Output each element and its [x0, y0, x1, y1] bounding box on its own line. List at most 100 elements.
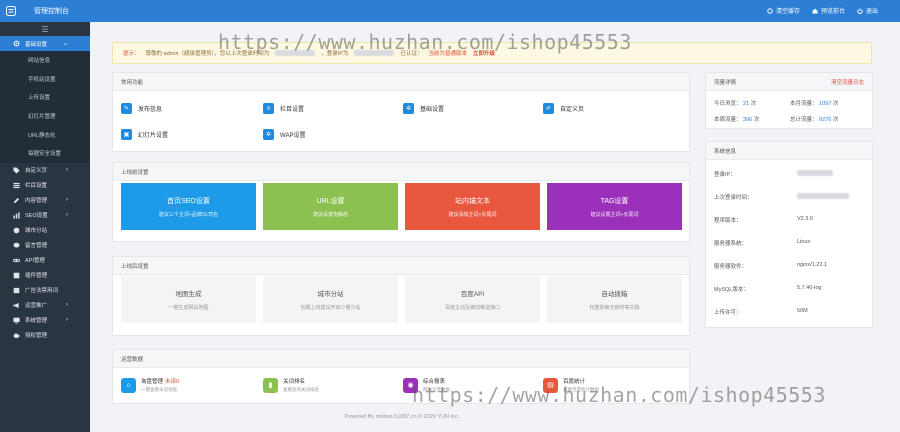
chevron-down-icon: ⌄: [62, 41, 68, 47]
ops-report[interactable]: ◉ 综合报表 网站运营数据: [403, 377, 450, 393]
redacted-ip: [354, 50, 395, 56]
sys-row-last-login: 上次登录时间：: [714, 193, 864, 201]
notice-text: 尊敬的 admin（超级管理员），您以上次登录时间为: [145, 51, 270, 57]
chevron-right-icon: ›: [66, 302, 68, 309]
logo[interactable]: [0, 0, 22, 22]
notice-bar: 提示： 尊敬的 admin（超级管理员），您以上次登录时间为 ，登录IP为 已认…: [112, 42, 872, 64]
panel-header: 常用功能: [113, 73, 689, 91]
func-slides[interactable]: ▣ 幻灯片设置: [121, 129, 168, 140]
sidebar-item-custom-pages[interactable]: 自定义页 ›: [0, 163, 90, 178]
report-icon: ◉: [403, 377, 418, 393]
panel-header: 流量详情 清空流量日志: [706, 73, 872, 91]
sidebar-item-system[interactable]: 系统管理 ›: [0, 313, 90, 328]
system-info-panel: 系统信息 登录IP： 上次登录时间： 程序版本： V2.3.0 服务器系统： Lin…: [705, 141, 873, 328]
sidebar-subitem-data-security[interactable]: 每据安全设置: [0, 144, 90, 163]
tag-icon: [13, 167, 20, 174]
link-icon: [13, 258, 20, 262]
stat-today: 今日浏览： 21 次: [714, 101, 757, 107]
sidebar-item-promotion[interactable]: 运营推广 ›: [0, 298, 90, 313]
sidebar-subitem-mobile-settings[interactable]: 手机站设置: [0, 70, 90, 89]
sidebar-item-seo[interactable]: SEO设置 ›: [0, 208, 90, 223]
gear-icon: ✲: [263, 129, 274, 140]
stat-month: 本月流量： 1097 次: [790, 101, 839, 107]
sidebar-subitem-upload-settings[interactable]: 上传设置: [0, 88, 90, 107]
url-settings-card[interactable]: URL设置 建议设置伪静态: [263, 183, 398, 230]
stat-week: 本周流量： 306 次: [714, 117, 760, 123]
sidebar-item-messages[interactable]: 留言管理: [0, 238, 90, 253]
func-basic-settings[interactable]: ✲ 基础设置: [403, 103, 444, 114]
func-publish[interactable]: ✎ 发布信息: [121, 103, 162, 114]
sidebar-item-city-sites[interactable]: 城市分站: [0, 223, 90, 238]
redacted-time: [797, 193, 849, 199]
chevron-right-icon: ›: [66, 212, 68, 219]
power-icon: [857, 7, 863, 14]
ops-ranking[interactable]: ▮ 关词排名 查看您的关词排名: [263, 377, 319, 393]
stat-total: 总计流量： 9276 次: [790, 117, 839, 123]
panel-header: 上线前设置: [113, 163, 689, 181]
sidebar-subitem-site-info[interactable]: 网站信息: [0, 51, 90, 70]
sys-row-server: 服务器软件： nginx/1.22.1: [714, 262, 827, 270]
bar-chart-icon: ▮: [263, 377, 278, 393]
edit-icon: ✎: [121, 103, 132, 114]
edit-icon: [13, 197, 20, 203]
list-icon: ≡: [263, 103, 274, 114]
pen-icon: ✐: [543, 103, 554, 114]
anchor-text-card[interactable]: 站内锚文本 建议添加主词+长尾词: [405, 183, 540, 230]
gear-icon: [767, 7, 773, 14]
ops-baidu-stats[interactable]: ▤ 百度统计 查看百度统计数据: [543, 377, 599, 393]
traffic-panel: 流量详情 清空流量日志 今日浏览： 21 次 本月流量： 1097 次 本周流量…: [705, 72, 873, 129]
panel-header: 上线后设置: [113, 257, 689, 275]
chevron-right-icon: ›: [66, 317, 68, 324]
tag-settings-card[interactable]: TAG设置 建议设置主词+长尾词: [547, 183, 682, 230]
top-bar: 管理控制台 清空缓存 预览前台 退出: [0, 0, 900, 22]
redacted-ip: [797, 170, 833, 176]
sys-row-version: 程序版本： V2.3.0: [714, 216, 813, 224]
common-functions-panel: 常用功能 ✎ 发布信息 ≡ 栏目设置 ✲ 基础设置 ✐ 自定义页 ▣ 幻灯片设置…: [112, 72, 690, 152]
image-icon: ▣: [121, 129, 132, 140]
home-icon: [812, 8, 818, 13]
ops-inquiry[interactable]: ⌂ 询盘管理 未读0 一键查看未读询盘: [121, 377, 179, 393]
sys-row-mysql: MySQL版本： 5.7.40-log: [714, 285, 822, 293]
auto-push-card[interactable]: 自动拨箱 权重依赖全链时等文稿: [547, 276, 682, 323]
cloud-icon: [13, 332, 20, 338]
home-seo-card[interactable]: 首页SEO设置 建议三个主词+品牌/公司名: [121, 183, 256, 230]
logout-button[interactable]: 退出: [857, 6, 878, 15]
upgrade-link[interactable]: 立即升级: [473, 49, 495, 57]
sidebar-subitem-slides[interactable]: 幻灯片管理: [0, 107, 90, 126]
notice-text-ip: ，登录IP为: [321, 51, 349, 57]
post-launch-panel: 上线后设置 地图生成 一键生成网站地图 城市分站 初期上线建议开启少量分站 百度…: [112, 256, 690, 336]
chevron-right-icon: ›: [66, 197, 68, 204]
sidebar-subnav: 网站信息 手机站设置 上传设置 幻灯片管理 URL静态化 每据安全设置: [0, 51, 90, 163]
panel-header: 系统信息: [706, 142, 872, 160]
book-icon: [13, 287, 20, 293]
preview-frontend-button[interactable]: 预览前台: [812, 6, 845, 15]
func-wap-settings[interactable]: ✲ WAP设置: [263, 129, 305, 140]
footer: Powered By moban.51987.cn © 2020 YUN Inc…: [344, 414, 460, 420]
func-columns[interactable]: ≡ 栏目设置: [263, 103, 304, 114]
sidebar-item-basic-settings[interactable]: 基础设置 ⌄: [0, 36, 90, 51]
sidebar-item-content[interactable]: 内容管理 ›: [0, 193, 90, 208]
menu-icon: ☰: [41, 24, 49, 34]
inbox-icon: ⌂: [121, 377, 136, 393]
city-sites-card[interactable]: 城市分站 初期上线建议开启少量分站: [263, 276, 398, 323]
sidebar-item-api[interactable]: API管理: [0, 253, 90, 268]
sidebar-item-columns[interactable]: 栏目设置: [0, 178, 90, 193]
func-custom-pages[interactable]: ✐ 自定义页: [543, 103, 584, 114]
sys-row-upload: 上传许可： 50M: [714, 308, 808, 316]
megaphone-icon: [13, 302, 19, 308]
chat-icon: [13, 242, 20, 248]
panel-header: 运营数据: [113, 350, 689, 368]
sidebar-subitem-url-static[interactable]: URL静态化: [0, 125, 90, 144]
redacted-time: [275, 50, 316, 56]
notice-prefix: 提示：: [123, 51, 140, 57]
clear-traffic-log-link[interactable]: 清空流量日志: [831, 78, 864, 86]
baidu-api-card[interactable]: 百度API 百度主动及被动推送接口: [405, 276, 540, 323]
puzzle-icon: [13, 272, 20, 278]
sidebar-item-banned-words[interactable]: 广告法禁用词: [0, 283, 90, 298]
sidebar-item-license[interactable]: 授权管理: [0, 328, 90, 343]
sidebar-toggle[interactable]: ☰: [0, 22, 90, 36]
sidebar-item-plugins[interactable]: 插件管理: [0, 268, 90, 283]
sitemap-card[interactable]: 地图生成 一键生成网站地图: [121, 276, 256, 323]
top-tools: 清空缓存 预览前台 退出: [767, 6, 878, 15]
clear-cache-button[interactable]: 清空缓存: [767, 6, 800, 15]
